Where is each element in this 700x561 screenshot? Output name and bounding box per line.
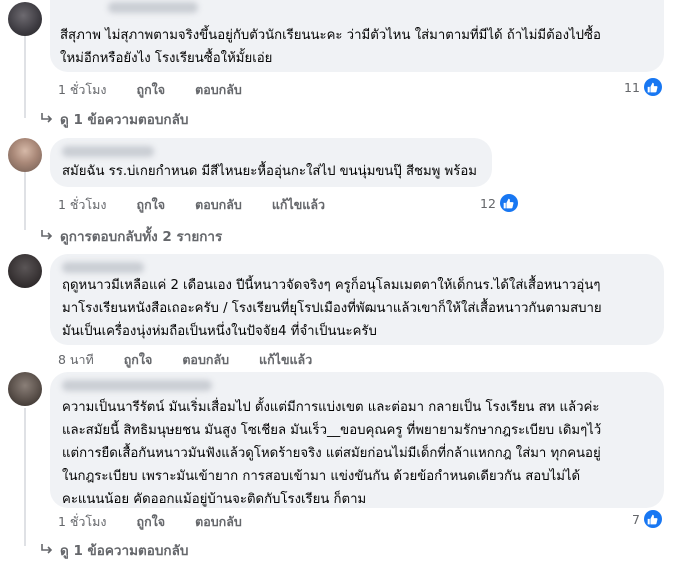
avatar[interactable] — [8, 254, 42, 288]
avatar[interactable] — [8, 138, 42, 172]
reply-arrow-icon — [41, 544, 53, 554]
like-button[interactable]: ถูกใจ — [137, 80, 166, 100]
thread-line — [24, 36, 26, 118]
like-button[interactable]: ถูกใจ — [137, 512, 166, 532]
view-replies-link[interactable]: ดู 1 ข้อความตอบกลับ — [40, 108, 188, 130]
reaction-number: 11 — [624, 79, 640, 95]
reply-button[interactable]: ตอบกลับ — [195, 195, 242, 215]
like-icon — [499, 194, 518, 212]
comment-actions: 1 ชั่วโมง ถูกใจ ตอบกลับ — [58, 80, 272, 100]
author-name-blurred[interactable] — [62, 146, 154, 157]
comment-bubble: ฤดูหนาวมีเหลือแค่ 2 เดือนเอง ปีนี้หนาวจั… — [50, 254, 664, 345]
view-replies-link[interactable]: ดูการตอบกลับทั้ง 2 รายการ — [40, 225, 222, 247]
avatar[interactable] — [8, 372, 42, 406]
reply-button[interactable]: ตอบกลับ — [182, 350, 229, 370]
author-name-blurred[interactable] — [62, 380, 212, 391]
avatar[interactable] — [8, 2, 42, 36]
reaction-count[interactable]: 7 — [632, 510, 662, 528]
reply-arrow-icon — [41, 113, 53, 123]
comment-actions: 8 นาที ถูกใจ ตอบกลับ แก้ไขแล้ว — [58, 350, 342, 370]
like-icon — [643, 510, 662, 528]
comment-bubble: สมัยฉัน รร.บ่เกยกำหนด มีสีไหนยะหื้ออุ่นก… — [50, 138, 492, 187]
reaction-count[interactable]: 12 — [480, 194, 518, 212]
comment-time[interactable]: 8 นาที — [58, 350, 94, 370]
view-replies-label: ดู 1 ข้อความตอบกลับ — [60, 112, 189, 128]
like-button[interactable]: ถูกใจ — [124, 350, 153, 370]
view-replies-link[interactable]: ดู 1 ข้อความตอบกลับ — [40, 539, 188, 561]
reply-button[interactable]: ตอบกลับ — [195, 512, 242, 532]
comment-time[interactable]: 1 ชั่วโมง — [58, 195, 107, 215]
comment-text: สีสุภาพ ไม่สุภาพตามจริงขึ้นอยู่กับตัวนัก… — [60, 28, 601, 66]
edited-label[interactable]: แก้ไขแล้ว — [259, 350, 312, 370]
author-name-blurred[interactable] — [108, 2, 198, 13]
view-replies-label: ดูการตอบกลับทั้ง 2 รายการ — [60, 229, 223, 245]
comment-text: สมัยฉัน รร.บ่เกยกำหนด มีสีไหนยะหื้ออุ่นก… — [62, 164, 477, 179]
comment-bubble: ความเป็นนารีรัตน์ มันเริ่มเสื่อมไป ตั้งแ… — [50, 372, 664, 508]
comment-text: ความเป็นนารีรัตน์ มันเริ่มเสื่อมไป ตั้งแ… — [62, 400, 602, 507]
reply-arrow-icon — [41, 230, 53, 240]
thread-line — [24, 408, 26, 546]
author-name-blurred[interactable] — [62, 262, 144, 273]
view-replies-label: ดู 1 ข้อความตอบกลับ — [60, 543, 189, 559]
reaction-number: 12 — [480, 195, 496, 211]
comment-bubble: สีสุภาพ ไม่สุภาพตามจริงขึ้นอยู่กับตัวนัก… — [50, 0, 664, 72]
reply-button[interactable]: ตอบกลับ — [195, 80, 242, 100]
comment-actions: 1 ชั่วโมง ถูกใจ ตอบกลับ — [58, 512, 272, 532]
reaction-count[interactable]: 11 — [624, 78, 662, 96]
like-button[interactable]: ถูกใจ — [137, 195, 166, 215]
thread-line — [24, 172, 26, 230]
comment-time[interactable]: 1 ชั่วโมง — [58, 80, 107, 100]
reaction-number: 7 — [632, 511, 640, 527]
comment-text: ฤดูหนาวมีเหลือแค่ 2 เดือนเอง ปีนี้หนาวจั… — [62, 278, 602, 339]
like-icon — [643, 78, 662, 96]
comment-actions: 1 ชั่วโมง ถูกใจ ตอบกลับ แก้ไขแล้ว — [58, 195, 355, 215]
comment-time[interactable]: 1 ชั่วโมง — [58, 512, 107, 532]
edited-label[interactable]: แก้ไขแล้ว — [272, 195, 325, 215]
